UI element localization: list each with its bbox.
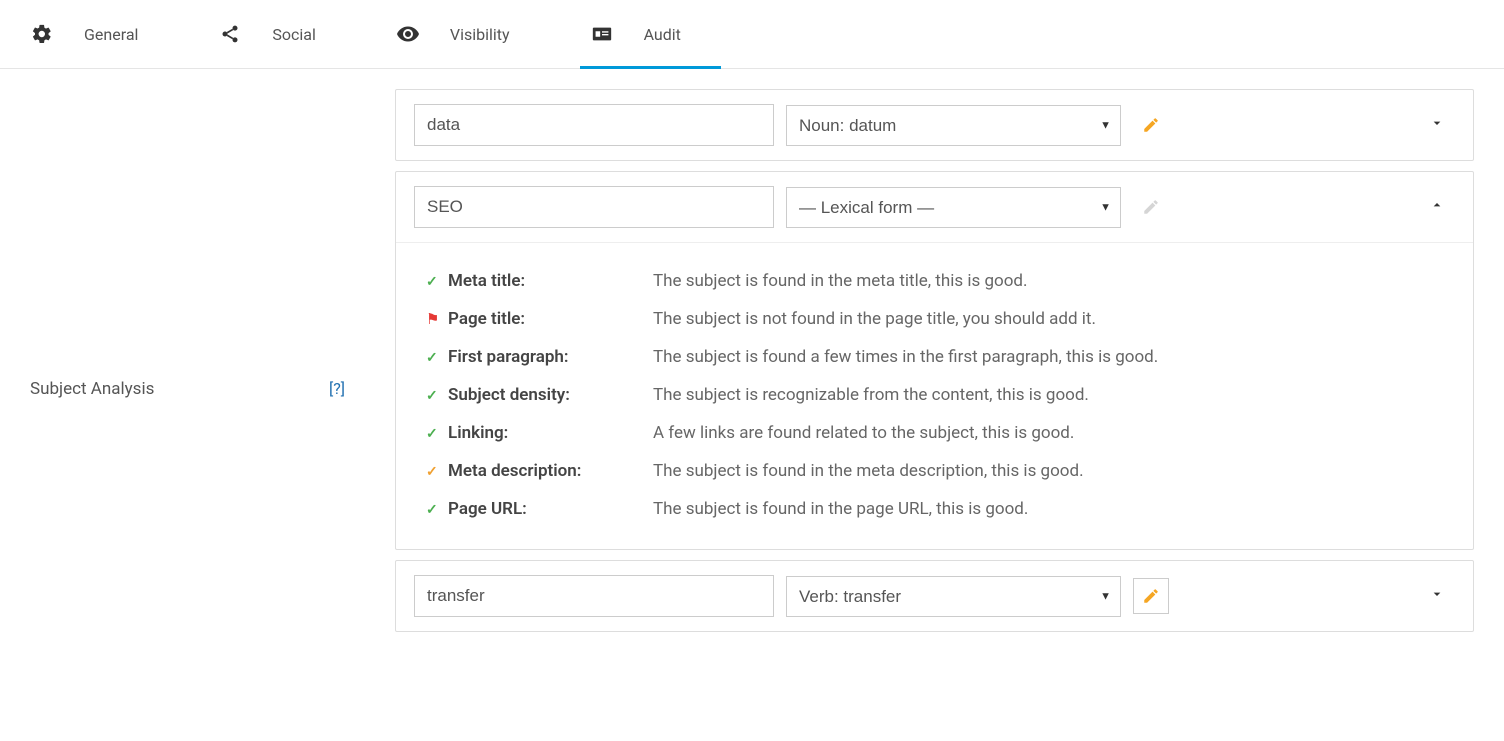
check-icon: ✓ [426, 502, 448, 518]
tab-label: Social [272, 25, 315, 44]
analysis-desc: The subject is found a few times in the … [653, 347, 1158, 367]
tabs-bar: General Social Visibility Audit [0, 0, 1504, 69]
analysis-row: ✓ Meta description: The subject is found… [426, 461, 1443, 481]
tab-label: Audit [644, 25, 681, 44]
subject-panels: Noun: datum ▼ — Lexical form — [395, 69, 1504, 662]
analysis-desc: The subject is found in the meta title, … [653, 271, 1027, 291]
lexical-select-wrapper: Verb: transfer ▼ [786, 576, 1121, 617]
analysis-row: ✓ Linking: A few links are found related… [426, 423, 1443, 443]
main-content: Subject Analysis [?] Noun: datum ▼ [0, 69, 1504, 662]
edit-button[interactable] [1133, 578, 1169, 614]
tab-visibility[interactable]: Visibility [386, 0, 550, 68]
expand-toggle[interactable] [1419, 109, 1455, 141]
analysis-desc: A few links are found related to the sub… [653, 423, 1074, 443]
panel-header: Verb: transfer ▼ [396, 561, 1473, 631]
subject-term-input[interactable] [414, 575, 774, 617]
expand-toggle[interactable] [1419, 580, 1455, 612]
subject-term-input[interactable] [414, 186, 774, 228]
lexical-select-wrapper: Noun: datum ▼ [786, 105, 1121, 146]
analysis-body: ✓ Meta title: The subject is found in th… [396, 242, 1473, 549]
analysis-row: ✓ Meta title: The subject is found in th… [426, 271, 1443, 291]
tab-social[interactable]: Social [208, 0, 355, 68]
subject-term-input[interactable] [414, 104, 774, 146]
check-icon: ✓ [426, 464, 448, 480]
analysis-desc: The subject is found in the page URL, th… [653, 499, 1028, 519]
share-icon [218, 22, 242, 46]
analysis-desc: The subject is recognizable from the con… [653, 385, 1089, 405]
analysis-label: Meta title: [448, 271, 653, 291]
analysis-row: ✓ First paragraph: The subject is found … [426, 347, 1443, 367]
edit-button [1133, 189, 1169, 225]
tab-label: General [84, 25, 138, 44]
tab-label: Visibility [450, 25, 510, 44]
lexical-select[interactable]: Verb: transfer [786, 576, 1121, 617]
flag-icon: ⚑ [426, 310, 448, 328]
analysis-label: Meta description: [448, 461, 653, 481]
check-icon: ✓ [426, 388, 448, 404]
analysis-label: First paragraph: [448, 347, 653, 367]
analysis-label: Page URL: [448, 499, 653, 519]
gear-icon [30, 22, 54, 46]
check-icon: ✓ [426, 274, 448, 290]
section-title: Subject Analysis [30, 379, 154, 399]
panel-header: Noun: datum ▼ [396, 90, 1473, 160]
edit-button[interactable] [1133, 107, 1169, 143]
subject-panel: Noun: datum ▼ [395, 89, 1474, 161]
check-icon: ✓ [426, 350, 448, 366]
analysis-desc: The subject is found in the meta descrip… [653, 461, 1084, 481]
help-link[interactable]: [?] [329, 379, 345, 398]
eye-icon [396, 22, 420, 46]
analysis-label: Linking: [448, 423, 653, 443]
analysis-desc: The subject is not found in the page tit… [653, 309, 1096, 329]
analysis-label: Subject density: [448, 385, 653, 405]
analysis-row: ⚑ Page title: The subject is not found i… [426, 309, 1443, 329]
panel-header: — Lexical form — ▼ [396, 172, 1473, 242]
collapse-toggle[interactable] [1419, 191, 1455, 223]
tab-general[interactable]: General [20, 0, 178, 68]
check-icon: ✓ [426, 426, 448, 442]
analysis-row: ✓ Subject density: The subject is recogn… [426, 385, 1443, 405]
subject-panel: Verb: transfer ▼ [395, 560, 1474, 632]
lexical-select[interactable]: Noun: datum [786, 105, 1121, 146]
sidebar: Subject Analysis [?] [0, 69, 395, 662]
subject-panel: — Lexical form — ▼ ✓ Meta title: The sub… [395, 171, 1474, 550]
lexical-select-wrapper: — Lexical form — ▼ [786, 187, 1121, 228]
lexical-select[interactable]: — Lexical form — [786, 187, 1121, 228]
id-card-icon [590, 22, 614, 46]
analysis-label: Page title: [448, 309, 653, 329]
analysis-row: ✓ Page URL: The subject is found in the … [426, 499, 1443, 519]
tab-audit[interactable]: Audit [580, 0, 721, 68]
